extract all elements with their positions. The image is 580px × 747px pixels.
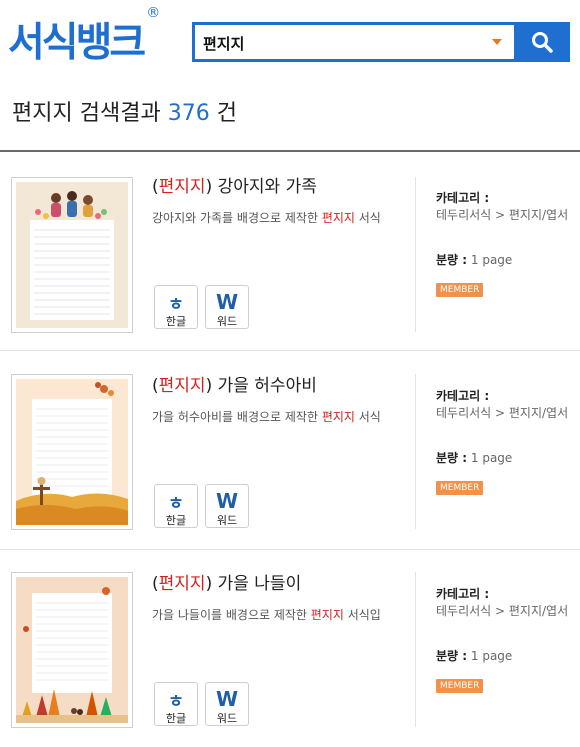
word-w-icon: W [215, 687, 239, 711]
search-input[interactable] [203, 31, 483, 55]
item-pages: 분량 : 1 page [436, 649, 513, 663]
word-w-icon: W [215, 489, 239, 513]
download-hwp-button[interactable]: ㅎ 한글 [154, 682, 198, 726]
item-category: 카테고리 : 테두리서식 > 편지지/엽서 [436, 587, 569, 618]
item-title[interactable]: (편지지) 가을 나들이 [152, 572, 301, 596]
download-hwp-button[interactable]: ㅎ 한글 [154, 484, 198, 528]
item-description: 가을 허수아비를 배경으로 제작한 편지지 서식 [152, 410, 381, 424]
results-count: 376 [167, 101, 210, 126]
item-description: 강아지와 가족를 배경으로 제작한 편지지 서식 [152, 211, 381, 225]
download-hwp-button[interactable]: ㅎ 한글 [154, 285, 198, 329]
results-heading: 편지지 검색결과 376 건 [12, 96, 237, 132]
item-separator [415, 572, 416, 727]
search-icon [532, 32, 553, 53]
results-divider [0, 150, 580, 152]
hangul-hwp-icon: ㅎ [168, 692, 184, 712]
item-title[interactable]: (편지지) 강아지와 가족 [152, 175, 317, 199]
item-thumbnail[interactable] [11, 374, 133, 530]
item-thumbnail[interactable] [11, 177, 133, 333]
item-category: 카테고리 : 테두리서식 > 편지지/엽서 [436, 389, 569, 420]
site-header: 서식뱅크® [0, 0, 580, 75]
hangul-hwp-icon: ㅎ [168, 494, 184, 514]
download-word-button[interactable]: W 워드 [205, 285, 249, 329]
results-label: 검색결과 [79, 101, 161, 126]
download-word-button[interactable]: W 워드 [205, 682, 249, 726]
member-badge: MEMBER [436, 481, 484, 495]
download-word-button[interactable]: W 워드 [205, 484, 249, 528]
result-item: (편지지) 가을 허수아비 가을 허수아비를 배경으로 제작한 편지지 서식 ㅎ… [0, 352, 580, 550]
item-pages: 분량 : 1 page [436, 451, 513, 465]
result-item: (편지지) 강아지와 가족 강아지와 가족를 배경으로 제작한 편지지 서식 ㅎ… [0, 153, 580, 351]
thumbnail-image [16, 379, 128, 525]
item-separator [415, 177, 416, 332]
item-pages: 분량 : 1 page [436, 253, 513, 267]
result-item: (편지지) 가을 나들이 가을 나들이를 배경으로 제작한 편지지 서식입 ㅎ … [0, 551, 580, 747]
thumbnail-image [16, 182, 128, 328]
item-title[interactable]: (편지지) 가을 허수아비 [152, 374, 317, 398]
site-logo[interactable]: 서식뱅크® [8, 5, 160, 67]
item-thumbnail[interactable] [11, 572, 133, 728]
item-description: 가을 나들이를 배경으로 제작한 편지지 서식입 [152, 608, 381, 622]
search-button[interactable] [514, 22, 570, 62]
item-separator [415, 374, 416, 529]
registered-mark: ® [146, 5, 161, 21]
results-keyword: 편지지 [12, 101, 73, 126]
member-badge: MEMBER [436, 283, 484, 297]
hangul-hwp-icon: ㅎ [168, 295, 184, 315]
thumbnail-image [16, 577, 128, 723]
dropdown-caret-icon[interactable] [492, 39, 502, 45]
word-w-icon: W [215, 290, 239, 314]
search-bar [192, 22, 570, 62]
item-category: 카테고리 : 테두리서식 > 편지지/엽서 [436, 191, 569, 222]
member-badge: MEMBER [436, 679, 484, 693]
results-unit: 건 [216, 101, 237, 126]
